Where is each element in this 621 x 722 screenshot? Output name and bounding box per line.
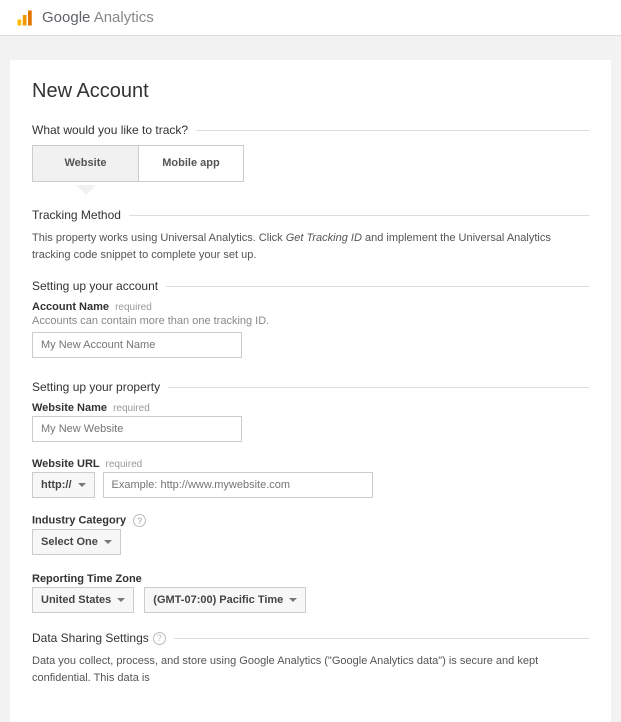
app-header: Google Analytics bbox=[0, 0, 621, 36]
help-icon[interactable]: ? bbox=[133, 514, 146, 527]
divider bbox=[168, 387, 589, 388]
timezone-row: United States (GMT-07:00) Pacific Time bbox=[32, 587, 589, 613]
chevron-down-icon bbox=[104, 540, 112, 544]
brand-light: Analytics bbox=[90, 9, 153, 26]
divider bbox=[196, 130, 589, 131]
industry-label-row: Industry Category ? bbox=[32, 514, 589, 527]
track-question: What would you like to track? bbox=[32, 123, 188, 137]
account-setup-label: Setting up your account bbox=[32, 279, 158, 293]
analytics-logo-icon bbox=[16, 9, 34, 27]
data-sharing-label: Data Sharing Settings bbox=[32, 631, 149, 645]
active-pointer-icon bbox=[76, 185, 96, 195]
page-title: New Account bbox=[32, 80, 589, 103]
track-question-row: What would you like to track? bbox=[32, 123, 589, 137]
brand-strong: Google bbox=[42, 9, 90, 26]
tracking-method-desc: This property works using Universal Anal… bbox=[32, 230, 589, 263]
protocol-select[interactable]: http:// bbox=[32, 472, 95, 498]
timezone-label: Reporting Time Zone bbox=[32, 573, 589, 585]
account-name-label: Account Name required bbox=[32, 301, 589, 313]
timezone-value-select[interactable]: (GMT-07:00) Pacific Time bbox=[144, 587, 306, 613]
timezone-country-select[interactable]: United States bbox=[32, 587, 134, 613]
data-sharing-desc: Data you collect, process, and store usi… bbox=[32, 653, 589, 686]
divider bbox=[129, 215, 589, 216]
property-setup-label: Setting up your property bbox=[32, 380, 160, 394]
tracking-method-label: Tracking Method bbox=[32, 208, 121, 222]
main-card: New Account What would you like to track… bbox=[10, 60, 611, 722]
industry-label: Industry Category bbox=[32, 515, 126, 527]
divider bbox=[174, 638, 589, 639]
data-sharing-header: Data Sharing Settings ? bbox=[32, 631, 589, 645]
account-name-hint: Accounts can contain more than one track… bbox=[32, 315, 589, 327]
industry-select-row: Select One bbox=[32, 529, 589, 555]
header-title: Google Analytics bbox=[42, 9, 154, 26]
divider bbox=[166, 286, 589, 287]
website-name-label: Website Name required bbox=[32, 402, 589, 414]
chevron-down-icon bbox=[289, 598, 297, 602]
website-url-input[interactable] bbox=[103, 472, 373, 498]
account-setup-header: Setting up your account bbox=[32, 279, 589, 293]
account-name-input[interactable] bbox=[32, 332, 242, 358]
toggle-pointer-row bbox=[32, 186, 589, 204]
chevron-down-icon bbox=[78, 483, 86, 487]
website-url-row: http:// bbox=[32, 472, 589, 498]
industry-select[interactable]: Select One bbox=[32, 529, 121, 555]
website-name-input[interactable] bbox=[32, 416, 242, 442]
tracking-method-header: Tracking Method bbox=[32, 208, 589, 222]
toggle-website-button[interactable]: Website bbox=[32, 145, 138, 182]
chevron-down-icon bbox=[117, 598, 125, 602]
track-toggle-group: Website Mobile app bbox=[32, 145, 589, 182]
toggle-mobile-button[interactable]: Mobile app bbox=[138, 145, 244, 182]
help-icon[interactable]: ? bbox=[153, 632, 166, 645]
property-setup-header: Setting up your property bbox=[32, 380, 589, 394]
website-url-label: Website URL required bbox=[32, 458, 589, 470]
